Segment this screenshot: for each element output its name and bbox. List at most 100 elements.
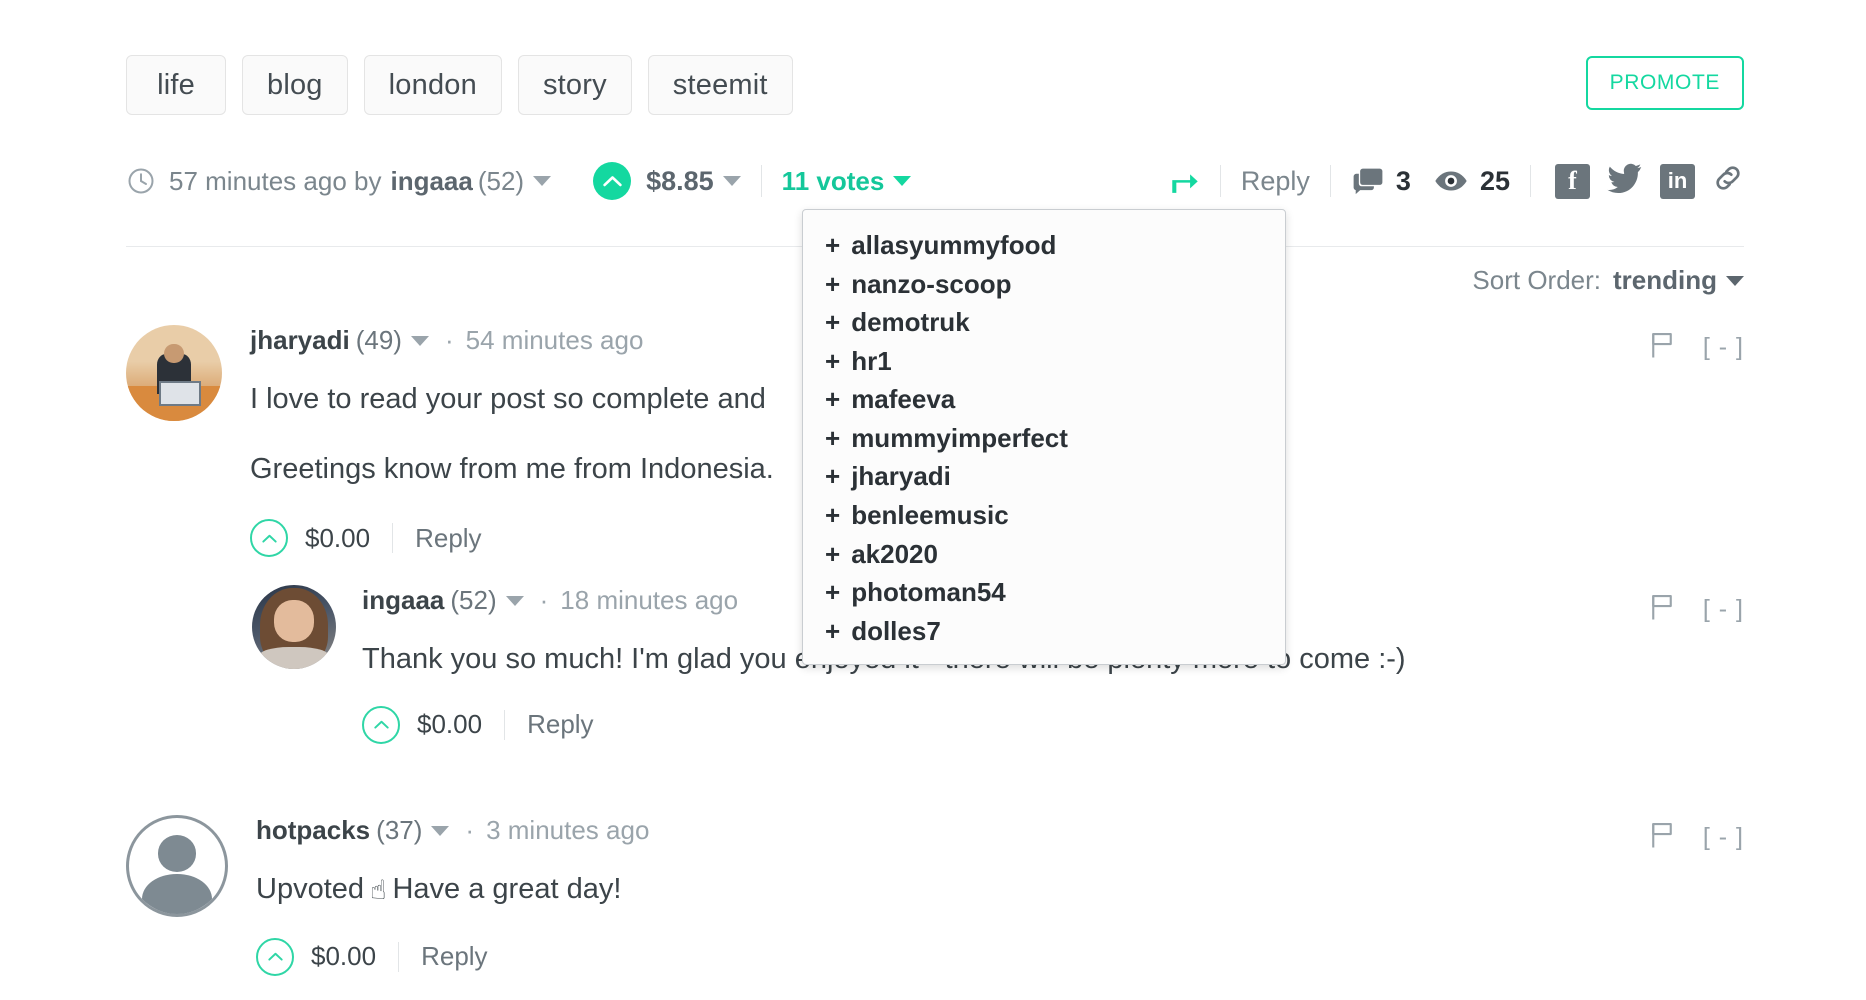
- payout-chevron-down-icon[interactable]: [722, 176, 741, 186]
- vote-item-label: jharyadi: [851, 461, 951, 492]
- comment-payout: $0.00: [311, 941, 377, 971]
- post-time: 57 minutes ago by: [169, 165, 382, 196]
- vote-item[interactable]: + benleemusic: [803, 496, 1285, 535]
- tag-steemit[interactable]: steemit: [647, 55, 793, 115]
- collapse-toggle[interactable]: [ - ]: [1703, 333, 1744, 362]
- post-author-name[interactable]: ingaaa: [390, 166, 472, 197]
- votes-dropdown-menu[interactable]: + allasyummyfood + nanzo-scoop + demotruk +…: [802, 209, 1286, 666]
- comment-author-reputation: (49): [355, 325, 402, 355]
- comment-author-chevron-down-icon[interactable]: [431, 825, 450, 836]
- tag-london[interactable]: london: [363, 55, 502, 115]
- tag-story[interactable]: story: [517, 55, 632, 115]
- vote-item[interactable]: + mafeeva: [803, 380, 1285, 419]
- post-meta-row: 57 minutes ago by ingaaa (52) $8.85 11 v…: [126, 158, 1744, 204]
- sort-order-label: Sort Order:: [1472, 265, 1601, 295]
- post-actions: Reply 3 25 f in: [1168, 162, 1744, 201]
- plus-icon: +: [825, 422, 841, 453]
- comment-author[interactable]: jharyadi: [250, 325, 350, 356]
- comment-author-chevron-down-icon[interactable]: [410, 335, 429, 346]
- comment-reply-button[interactable]: Reply: [421, 941, 487, 972]
- comment-time[interactable]: 18 minutes ago: [560, 585, 738, 616]
- avatar[interactable]: [252, 585, 336, 669]
- comment-header: hotpacks (37) · 3 minutes ago: [256, 815, 649, 846]
- plus-icon: +: [825, 307, 841, 338]
- sort-order-control[interactable]: Sort Order: trending: [1472, 265, 1744, 296]
- vote-item-label: nanzo-scoop: [851, 268, 1012, 299]
- upvote-icon[interactable]: [593, 162, 632, 200]
- sort-order-chevron-down-icon[interactable]: [1726, 275, 1744, 286]
- comment-upvote-icon[interactable]: [362, 705, 400, 744]
- plus-icon: +: [825, 461, 841, 492]
- vote-item-label: mafeeva: [851, 384, 956, 415]
- comment-controls: [ - ]: [1649, 592, 1744, 627]
- twitter-bird-icon[interactable]: [1607, 163, 1643, 200]
- post-reply-button[interactable]: Reply: [1241, 166, 1310, 197]
- views-count: 25: [1479, 165, 1510, 196]
- vote-item-label: mummyimperfect: [851, 422, 1068, 453]
- vote-item-label: photoman54: [851, 577, 1006, 608]
- comment-bubble-icon[interactable]: [1351, 166, 1385, 196]
- linkedin-icon[interactable]: in: [1660, 163, 1695, 199]
- author-chevron-down-icon[interactable]: [533, 176, 552, 186]
- avatar[interactable]: [126, 325, 222, 421]
- comment-upvote-icon[interactable]: [250, 519, 288, 557]
- comment-footer-divider: [392, 523, 394, 553]
- vote-item[interactable]: + demotruk: [803, 303, 1285, 342]
- comment-footer-divider: [504, 709, 506, 740]
- comment-item: hotpacks (37) · 3 minutes ago Upvoted ☝ …: [126, 815, 649, 976]
- comment-controls: [ - ]: [1649, 820, 1744, 855]
- comment-header: jharyadi (49) · 54 minutes ago: [250, 325, 774, 356]
- post-author-block[interactable]: 57 minutes ago by ingaaa (52): [126, 165, 552, 197]
- comment-count: 3: [1395, 165, 1411, 196]
- payout-block[interactable]: $8.85: [593, 162, 741, 200]
- plus-icon: +: [825, 615, 841, 646]
- comment-author[interactable]: hotpacks: [256, 815, 370, 846]
- comment-separator: ·: [539, 585, 549, 615]
- promote-button[interactable]: PROMOTE: [1585, 56, 1744, 110]
- vote-item[interactable]: + mummyimperfect: [803, 419, 1285, 458]
- flag-icon[interactable]: [1649, 592, 1675, 627]
- comment-author[interactable]: ingaaa: [362, 585, 444, 616]
- avatar[interactable]: [126, 815, 228, 917]
- collapse-toggle[interactable]: [ - ]: [1703, 595, 1744, 624]
- vote-item[interactable]: + dolles7: [803, 612, 1285, 651]
- comment-author-reputation: (52): [450, 585, 497, 615]
- vote-item[interactable]: + hr1: [803, 342, 1285, 381]
- comment-upvote-icon[interactable]: [256, 937, 294, 976]
- vote-item-label: demotruk: [851, 307, 970, 338]
- comment-footer: $0.00 Reply: [250, 519, 774, 557]
- comment-time[interactable]: 3 minutes ago: [486, 815, 649, 846]
- plus-icon: +: [825, 538, 841, 569]
- vote-item[interactable]: + photoman54: [803, 573, 1285, 612]
- resteem-arrow-icon[interactable]: [1168, 168, 1200, 194]
- clock-icon: [126, 166, 156, 196]
- flag-icon[interactable]: [1649, 820, 1675, 855]
- comment-reply-button[interactable]: Reply: [527, 709, 593, 740]
- plus-icon: +: [825, 500, 841, 531]
- comment-footer: $0.00 Reply: [256, 937, 649, 976]
- vote-item[interactable]: + nanzo-scoop: [803, 265, 1285, 304]
- vote-item[interactable]: + allasyummyfood: [803, 226, 1285, 265]
- vote-item[interactable]: + ak2020: [803, 535, 1285, 574]
- vote-item-label: dolles7: [851, 615, 941, 646]
- comment-reply-button[interactable]: Reply: [415, 523, 481, 554]
- votes-chevron-down-icon[interactable]: [893, 176, 912, 186]
- comment-payout: $0.00: [305, 522, 371, 553]
- plus-icon: +: [825, 577, 841, 608]
- vote-item[interactable]: + jharyadi: [803, 457, 1285, 496]
- comment-payout: $0.00: [417, 709, 483, 739]
- collapse-toggle[interactable]: [ - ]: [1703, 823, 1744, 852]
- eye-icon: [1433, 169, 1469, 193]
- comment-author-chevron-down-icon[interactable]: [505, 595, 524, 606]
- comment-time[interactable]: 54 minutes ago: [466, 325, 644, 356]
- link-chain-icon[interactable]: [1712, 162, 1744, 201]
- plus-icon: +: [825, 268, 841, 299]
- flag-icon[interactable]: [1649, 330, 1675, 365]
- plus-icon: +: [825, 345, 841, 376]
- comment-text-after-emoji: Have a great day!: [392, 873, 622, 905]
- votes-count-link[interactable]: 11 votes: [782, 166, 885, 197]
- facebook-icon[interactable]: f: [1555, 163, 1590, 199]
- tag-life[interactable]: life: [126, 55, 226, 115]
- tag-blog[interactable]: blog: [242, 55, 348, 115]
- payout-amount: $8.85: [646, 165, 714, 196]
